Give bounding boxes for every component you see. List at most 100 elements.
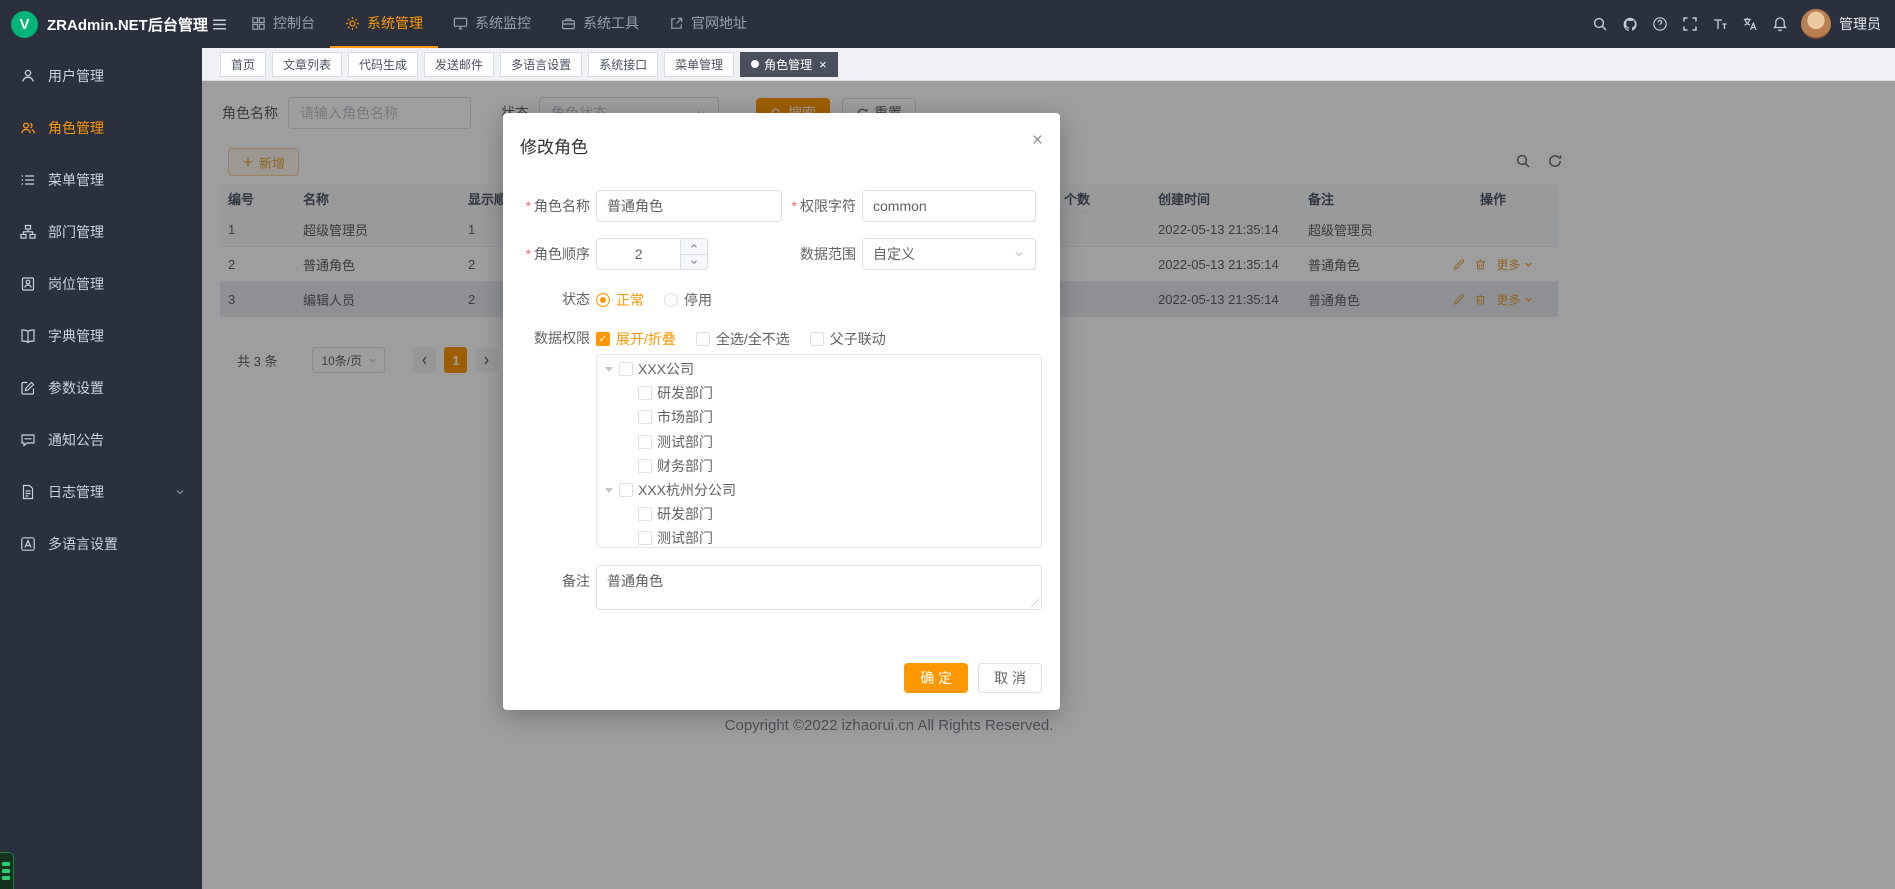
tab-articles[interactable]: 文章列表: [272, 52, 342, 77]
topnav-item-system[interactable]: 系统管理: [330, 0, 438, 48]
tree-node[interactable]: 市场部门: [597, 405, 1041, 429]
sidebar-item-dictionary[interactable]: 字典管理: [0, 310, 202, 362]
avatar[interactable]: [1801, 9, 1831, 39]
notifications-button[interactable]: [1765, 0, 1795, 48]
tab-roles[interactable]: 角色管理 ×: [740, 52, 838, 77]
close-icon[interactable]: ×: [819, 58, 827, 71]
font-size-icon: [1712, 16, 1728, 32]
sidebar-item-posts[interactable]: 岗位管理: [0, 258, 202, 310]
decrease-button[interactable]: [681, 255, 707, 270]
tree-node[interactable]: XXX杭州分公司: [597, 478, 1041, 502]
header-search-button[interactable]: [1585, 0, 1615, 48]
tree-node-label: 测试部门: [657, 432, 713, 452]
topnav-item-tools[interactable]: 系统工具: [546, 0, 654, 48]
toolbox-icon: [561, 16, 576, 31]
topnav-item-label: 系统监控: [475, 13, 531, 33]
tree-checkbox[interactable]: [638, 507, 652, 521]
role-sort-stepper[interactable]: 2: [596, 238, 708, 270]
parent-child-link-checkbox[interactable]: 父子联动: [810, 329, 886, 349]
caret-down-icon[interactable]: [605, 488, 613, 497]
sidebar-item-parameters[interactable]: 参数设置: [0, 362, 202, 414]
expand-collapse-checkbox[interactable]: ✓展开/折叠: [596, 329, 676, 349]
tab-home[interactable]: 首页: [220, 52, 266, 77]
devtools-badge[interactable]: [0, 852, 14, 889]
tree-node-label: XXX杭州分公司: [638, 480, 736, 500]
data-scope-select[interactable]: 自定义: [862, 238, 1036, 270]
bell-icon: [1772, 16, 1788, 32]
edit-square-icon: [20, 380, 36, 396]
tree-checkbox[interactable]: [638, 435, 652, 449]
role-key-field[interactable]: common: [862, 190, 1036, 222]
required-asterisk: *: [792, 198, 797, 214]
caret-down-icon[interactable]: [605, 367, 613, 376]
sidebar-item-notices[interactable]: 通知公告: [0, 414, 202, 466]
sidebar-item-departments[interactable]: 部门管理: [0, 206, 202, 258]
required-asterisk: *: [526, 246, 531, 262]
chevron-down-icon: [174, 486, 186, 498]
close-icon[interactable]: ×: [1032, 130, 1043, 152]
cancel-button[interactable]: 取 消: [978, 663, 1042, 693]
remark-textarea[interactable]: 普通角色: [596, 565, 1042, 610]
external-link-icon: [669, 16, 684, 31]
help-button[interactable]: [1645, 0, 1675, 48]
tab-codegen[interactable]: 代码生成: [348, 52, 418, 77]
active-tab-dot: [751, 60, 759, 68]
sidebar-item-roles[interactable]: 角色管理: [0, 102, 202, 154]
tab-menus[interactable]: 菜单管理: [664, 52, 734, 77]
tree-node[interactable]: 测试部门: [597, 430, 1041, 454]
role-name-label: *角色名称: [503, 190, 590, 222]
question-circle-icon: [1652, 16, 1668, 32]
topnav-item-label: 控制台: [273, 13, 315, 33]
topnav-item-monitor[interactable]: 系统监控: [438, 0, 546, 48]
tree-checkbox[interactable]: [638, 410, 652, 424]
resize-handle[interactable]: [1031, 599, 1039, 607]
sidebar-item-users[interactable]: 用户管理: [0, 50, 202, 102]
tab-i18n[interactable]: 多语言设置: [500, 52, 582, 77]
fullscreen-icon: [1682, 16, 1698, 32]
topbar: 控制台 系统管理 系统监控 系统工具 官网地址: [202, 0, 1895, 48]
chevron-down-icon: [689, 257, 699, 267]
topnav-item-label: 系统管理: [367, 13, 423, 33]
org-tree-icon: [20, 224, 36, 240]
tree-node[interactable]: 测试部门: [597, 526, 1041, 548]
sidebar-item-label: 角色管理: [48, 118, 104, 138]
topnav-item-console[interactable]: 控制台: [236, 0, 330, 48]
fullscreen-button[interactable]: [1675, 0, 1705, 48]
language-button[interactable]: [1735, 0, 1765, 48]
topnav-item-website[interactable]: 官网地址: [654, 0, 762, 48]
sidebar-item-i18n[interactable]: 多语言设置: [0, 518, 202, 570]
tree-node[interactable]: 研发部门: [597, 502, 1041, 526]
increase-button[interactable]: [681, 239, 707, 255]
sidebar-item-menus[interactable]: 菜单管理: [0, 154, 202, 206]
status-radio-normal[interactable]: 正常: [596, 290, 644, 310]
font-size-button[interactable]: [1705, 0, 1735, 48]
sidebar-item-logs[interactable]: 日志管理: [0, 466, 202, 518]
tree-checkbox[interactable]: [638, 531, 652, 545]
tree-checkbox[interactable]: [638, 386, 652, 400]
github-button[interactable]: [1615, 0, 1645, 48]
tab-api[interactable]: 系统接口: [588, 52, 658, 77]
tree-checkbox[interactable]: [619, 362, 633, 376]
tab-sendmail[interactable]: 发送邮件: [424, 52, 494, 77]
permission-tree: XXX公司 研发部门 市场部门 测试部门 财务部门 XXX杭州分公司 研发部门: [596, 354, 1042, 548]
checkbox-icon: [696, 332, 710, 346]
tree-node[interactable]: XXX公司: [597, 357, 1041, 381]
select-all-checkbox[interactable]: 全选/全不选: [696, 329, 790, 349]
confirm-button[interactable]: 确 定: [904, 663, 968, 693]
language-a-icon: [20, 536, 36, 552]
search-icon: [1592, 16, 1608, 32]
tree-node[interactable]: 财务部门: [597, 454, 1041, 478]
username[interactable]: 管理员: [1839, 14, 1881, 34]
tree-node-label: 研发部门: [657, 504, 713, 524]
dashboard-icon: [251, 16, 266, 31]
tree-checkbox[interactable]: [638, 459, 652, 473]
tree-checkbox[interactable]: [619, 483, 633, 497]
tree-node[interactable]: 研发部门: [597, 381, 1041, 405]
app-logo[interactable]: V ZRAdmin.NET后台管理: [0, 0, 202, 48]
status-radio-disabled[interactable]: 停用: [664, 290, 712, 310]
tree-node-label: 财务部门: [657, 456, 713, 476]
topnav-item-label: 官网地址: [691, 13, 747, 33]
translate-icon: [1742, 16, 1758, 32]
role-name-field[interactable]: 普通角色: [596, 190, 782, 222]
data-scope-label: 数据范围: [769, 238, 856, 270]
